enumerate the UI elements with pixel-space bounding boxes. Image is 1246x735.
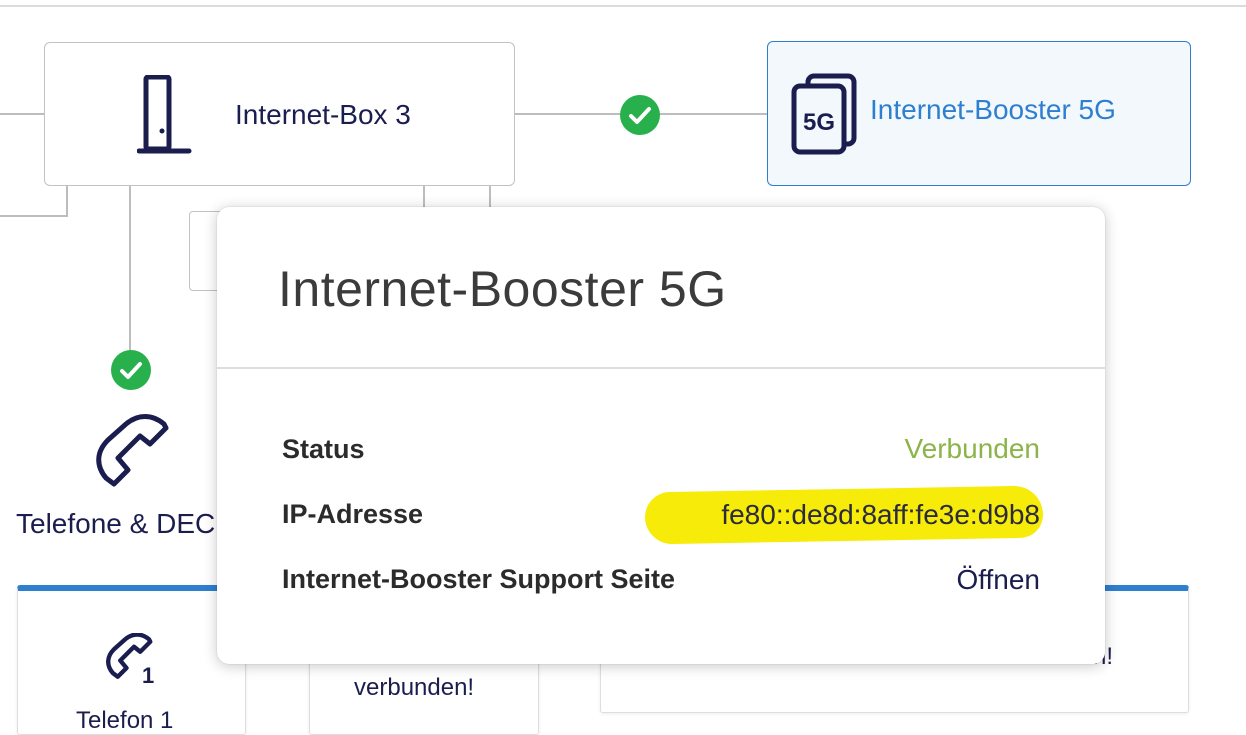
- check-circle-icon: [620, 95, 660, 135]
- router-node[interactable]: Internet-Box 3: [44, 42, 515, 186]
- status-value: Verbunden: [904, 433, 1040, 464]
- phone-icon: [92, 414, 172, 494]
- booster-node[interactable]: 5G Internet-Booster 5G: [767, 41, 1191, 186]
- ip-address-value: fe80::de8d:8aff:fe3e:d9b8: [721, 499, 1040, 530]
- phone1-card[interactable]: 1 Telefon 1: [17, 585, 246, 735]
- popup-title: Internet-Booster 5G: [278, 261, 727, 317]
- 5g-device-icon: 5G: [790, 72, 860, 156]
- ip-address-label: IP-Adresse: [282, 499, 424, 529]
- connection-line-left: [0, 113, 44, 115]
- router-icon: [136, 74, 193, 155]
- booster-label: Internet-Booster 5G: [870, 94, 1116, 125]
- popup-divider: [217, 367, 1105, 369]
- 5g-icon-text: 5G: [803, 109, 835, 136]
- connection-line-left-bottom: [0, 215, 68, 217]
- router-label: Internet-Box 3: [235, 99, 411, 130]
- phones-label: Telefone & DEC: [16, 508, 216, 539]
- popup-caret-booster: [965, 194, 993, 208]
- check-circle-icon: [111, 350, 151, 390]
- connection-line-router-phones: [129, 186, 131, 350]
- phone1-label: Telefon 1: [76, 707, 174, 734]
- connection-line-left-down: [66, 186, 68, 216]
- support-page-label: Internet-Booster Support Seite: [282, 564, 676, 594]
- popup-caret-router: [265, 194, 293, 208]
- middle-card-text: verbunden!: [354, 674, 475, 701]
- phone1-badge: 1: [142, 663, 155, 688]
- status-label: Status: [282, 434, 365, 464]
- booster-info-popup: Internet-Booster 5G Status Verbunden IP-…: [217, 207, 1105, 664]
- support-page-open-link[interactable]: Öffnen: [956, 564, 1040, 596]
- top-divider: [0, 5, 1246, 7]
